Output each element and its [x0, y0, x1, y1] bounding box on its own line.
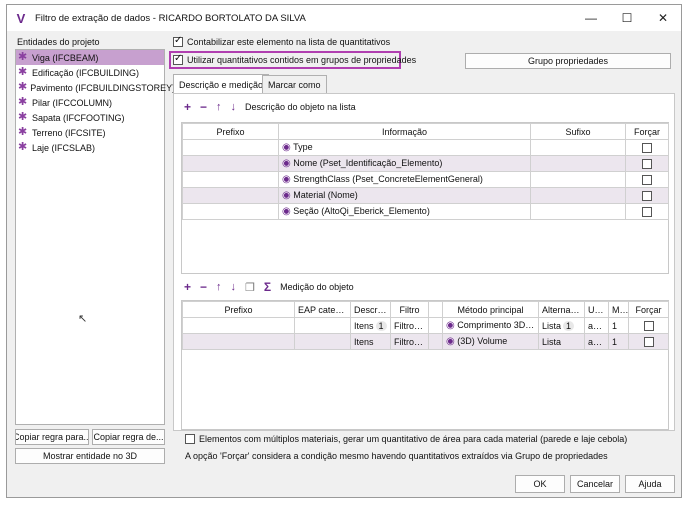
maximize-button[interactable]: ☐ — [609, 5, 645, 31]
entity-item[interactable]: ✱ Viga (IFCBEAM) — [16, 50, 164, 65]
column-header[interactable]: Informação — [278, 123, 531, 140]
ok-button[interactable]: OK — [515, 475, 565, 493]
title-bar: V Filtro de extração de dados - RICARDO … — [7, 5, 681, 31]
column-header[interactable]: EAP categori — [294, 301, 351, 318]
column-header[interactable]: Forçar — [625, 123, 669, 140]
mouse-cursor-icon: ↖ — [78, 313, 88, 325]
close-button[interactable]: ✕ — [645, 5, 681, 31]
entity-list[interactable]: ✱ Viga (IFCBEAM) ✱ Edificação (IFCBUILDING… — [15, 49, 175, 425]
remove-icon[interactable]: − — [200, 280, 207, 294]
measurement-table: Prefixo EAP categori Descrição Filtro Mé… — [182, 301, 669, 350]
tab-description[interactable]: Descrição e medição — [173, 74, 270, 94]
app-logo-icon: V — [16, 10, 26, 26]
remove-icon[interactable]: − — [200, 100, 207, 114]
entities-heading: Entidades do projeto — [17, 37, 100, 47]
eye-icon[interactable]: ◉ — [446, 336, 455, 347]
entity-item[interactable]: ✱ Laje (IFCSLAB) — [16, 140, 164, 155]
gear-icon: ✱ — [18, 51, 28, 63]
force-checkbox[interactable] — [642, 190, 652, 201]
column-header[interactable]: Forçar — [628, 301, 669, 318]
description-table: Prefixo Informação Sufixo Forçar ◉ Type … — [182, 123, 669, 220]
multi-material-checkbox[interactable] — [185, 434, 195, 444]
copy-icon[interactable]: ❐ — [245, 281, 255, 294]
property-group-button[interactable]: Grupo propriedades — [465, 53, 671, 69]
add-icon[interactable]: + — [184, 280, 191, 294]
column-header[interactable]: Prefixo — [182, 301, 295, 318]
entity-item[interactable]: ✱ Terreno (IFCSITE) — [16, 125, 164, 140]
gear-icon: ✱ — [18, 126, 28, 138]
eye-icon[interactable]: ◉ — [446, 320, 455, 331]
use-groups-checkbox[interactable] — [173, 53, 183, 65]
arrow-down-icon[interactable]: ↓ — [231, 101, 237, 113]
force-checkbox[interactable] — [642, 158, 652, 169]
sigma-icon[interactable]: Σ — [264, 280, 271, 294]
show-3d-button[interactable]: Mostrar entidade no 3D — [15, 448, 165, 464]
force-checkbox[interactable] — [642, 142, 652, 153]
measurement-toolbar-label: Medição do objeto — [280, 282, 354, 292]
gear-icon: ✱ — [18, 141, 28, 153]
column-header[interactable]: Mul — [608, 301, 629, 318]
column-header[interactable] — [428, 301, 443, 318]
measurement-table-box: Prefixo EAP categori Descrição Filtro Mé… — [181, 300, 669, 430]
entity-item[interactable]: ✱ Edificação (IFCBUILDING) — [16, 65, 164, 80]
force-checkbox[interactable] — [643, 336, 654, 347]
multi-material-label: Elementos com múltiplos materiais, gerar… — [199, 434, 628, 444]
arrow-down-icon[interactable]: ↓ — [231, 281, 237, 293]
tab-content: + − ↑ ↓ Descrição do objeto na lista Pre… — [173, 93, 675, 431]
count-element-checkbox[interactable] — [173, 35, 183, 47]
column-header[interactable]: Alternativo — [538, 301, 585, 318]
use-groups-label: Utilizar quantitativos contidos em grupo… — [187, 55, 417, 65]
description-table-box: Prefixo Informação Sufixo Forçar ◉ Type … — [181, 122, 669, 274]
gear-icon: ✱ — [18, 66, 28, 78]
column-header[interactable]: Unid — [584, 301, 609, 318]
column-header[interactable]: Descrição — [350, 301, 391, 318]
table-row[interactable]: ◉ Seção (AltoQi_Eberick_Elemento) — [182, 203, 669, 220]
table-row[interactable]: ◉ Type — [182, 139, 669, 156]
count-element-label: Contabilizar este elemento na lista de q… — [187, 37, 391, 47]
entity-item[interactable]: ✱ Sapata (IFCFOOTING) — [16, 110, 164, 125]
gear-icon: ✱ — [18, 111, 28, 123]
tab-mark-as[interactable]: Marcar como — [262, 75, 327, 93]
gear-icon: ✱ — [18, 81, 28, 93]
window-title: Filtro de extração de dados - RICARDO BO… — [35, 12, 306, 24]
description-toolbar-label: Descrição do objeto na lista — [245, 102, 356, 112]
force-checkbox[interactable] — [643, 320, 654, 331]
column-header[interactable]: Método principal — [442, 301, 539, 318]
minimize-button[interactable]: — — [573, 5, 609, 31]
column-header[interactable]: Prefixo — [182, 123, 279, 140]
gear-icon: ✱ — [18, 96, 28, 108]
table-row[interactable]: ◉ Nome (Pset_Identificação_Elemento) — [182, 155, 669, 172]
eye-icon[interactable]: ◉ — [282, 142, 291, 153]
arrow-up-icon[interactable]: ↑ — [216, 101, 222, 113]
force-checkbox[interactable] — [642, 206, 652, 217]
arrow-up-icon[interactable]: ↑ — [216, 281, 222, 293]
table-row[interactable]: Itens Filtro 1 ◉ (3D) Volume Lista auto 1 — [182, 333, 669, 350]
cancel-button[interactable]: Cancelar — [570, 475, 620, 493]
entity-item[interactable]: ✱ Pilar (IFCCOLUMN) — [16, 95, 164, 110]
table-row[interactable]: Itens1 Filtro11 ◉ Comprimento 3D (Archi … — [182, 317, 669, 334]
help-button[interactable]: Ajuda — [625, 475, 675, 493]
force-note: A opção 'Forçar' considera a condição me… — [185, 451, 608, 461]
table-row[interactable]: ◉ StrengthClass (Pset_ConcreteElementGen… — [182, 171, 669, 188]
copy-rule-to-button[interactable]: Copiar regra para... — [15, 429, 89, 445]
eye-icon[interactable]: ◉ — [282, 174, 291, 185]
eye-icon[interactable]: ◉ — [282, 190, 291, 201]
column-header[interactable]: Sufixo — [530, 123, 626, 140]
eye-icon[interactable]: ◉ — [282, 206, 291, 217]
dialog-window: V Filtro de extração de dados - RICARDO … — [6, 4, 682, 498]
column-header[interactable]: Filtro — [390, 301, 429, 318]
eye-icon[interactable]: ◉ — [282, 158, 291, 169]
copy-rule-from-button[interactable]: Copiar regra de... — [92, 429, 165, 445]
add-icon[interactable]: + — [184, 100, 191, 114]
table-row[interactable]: ◉ Material (Nome) — [182, 187, 669, 204]
force-checkbox[interactable] — [642, 174, 652, 185]
entity-item[interactable]: ✱ Pavimento (IFCBUILDINGSTOREY) — [16, 80, 175, 95]
